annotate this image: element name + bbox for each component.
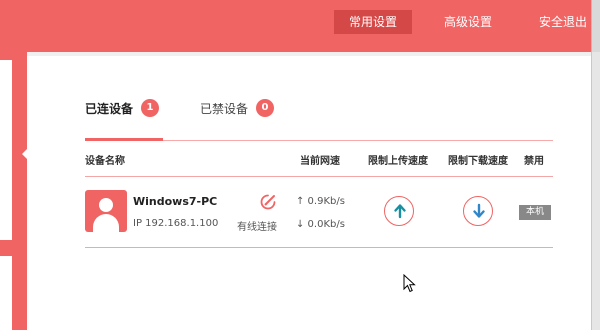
header-device-name: 设备名称 — [85, 156, 125, 167]
tab-connected-devices[interactable]: 已连设备 1 — [85, 97, 160, 119]
header-upload-limit: 限制上传速度 — [368, 156, 428, 167]
top-nav-bar: 常用设置 高级设置 安全退出 — [0, 0, 600, 52]
upload-speed: ↑ 0.9Kb/s — [296, 196, 345, 207]
connection-type: 有线连接 — [237, 222, 277, 233]
tab-banned-devices[interactable]: 已禁设备 0 — [200, 97, 275, 119]
arrow-up-icon — [394, 204, 406, 219]
tab-count-badge: 1 — [141, 99, 160, 117]
panel-pointer — [22, 146, 30, 162]
tab-label: 已禁设备 — [200, 101, 249, 116]
device-name: Windows7-PC — [133, 195, 218, 208]
tab-count-badge: 0 — [256, 99, 275, 117]
sidebar-panel — [0, 60, 12, 240]
window-edge — [591, 0, 600, 52]
arrow-down-icon — [473, 203, 485, 218]
nav-advanced-settings[interactable]: 高级设置 — [433, 10, 503, 34]
nav-common-settings[interactable]: 常用设置 — [334, 10, 412, 34]
tab-label: 已连设备 — [85, 101, 134, 116]
edit-icon[interactable] — [259, 193, 277, 211]
download-limit-button[interactable] — [463, 196, 493, 226]
header-current-speed: 当前网速 — [300, 156, 340, 167]
sidebar-panel-lower — [0, 256, 12, 330]
row-divider — [85, 247, 553, 248]
active-tab-indicator — [85, 138, 163, 141]
header-download-limit: 限制下载速度 — [448, 156, 508, 167]
user-icon — [85, 190, 127, 232]
download-speed: ↓ 0.0Kb/s — [296, 219, 345, 230]
local-device-badge: 本机 — [519, 205, 551, 220]
scrollbar[interactable] — [591, 52, 600, 330]
upload-limit-button[interactable] — [384, 196, 414, 226]
nav-logout[interactable]: 安全退出 — [533, 10, 593, 34]
device-ip: IP 192.168.1.100 — [133, 218, 219, 229]
mouse-pointer-icon — [403, 274, 416, 293]
header-divider — [85, 176, 553, 177]
header-ban: 禁用 — [524, 156, 544, 167]
